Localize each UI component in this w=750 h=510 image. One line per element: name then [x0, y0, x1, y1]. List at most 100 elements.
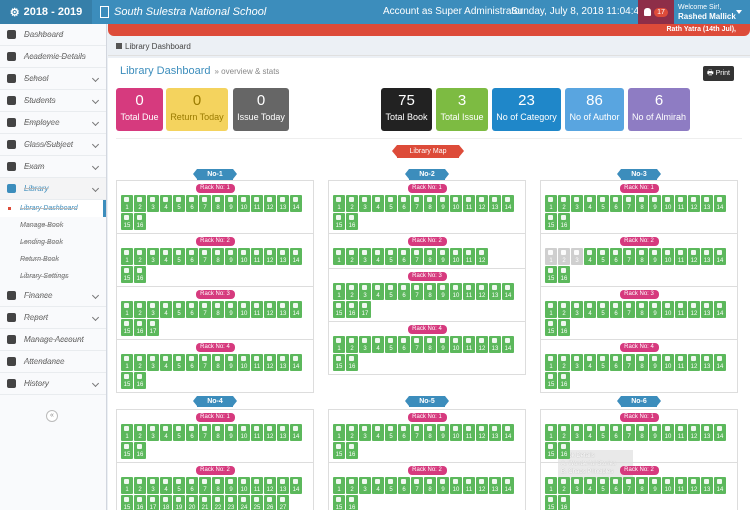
- book-slot[interactable]: 8: [636, 301, 648, 318]
- sidebar-item[interactable]: Dashboard: [0, 24, 106, 46]
- book-slot[interactable]: 2: [558, 195, 570, 212]
- book-slot[interactable]: 10: [450, 283, 462, 300]
- book-slot[interactable]: 16: [346, 354, 358, 371]
- book-slot[interactable]: 3: [359, 477, 371, 494]
- book-slot[interactable]: 23: [225, 495, 237, 510]
- book-slot[interactable]: 3: [147, 424, 159, 441]
- book-slot[interactable]: 14: [290, 424, 302, 441]
- book-slot[interactable]: 6: [610, 477, 622, 494]
- book-slot[interactable]: 1: [333, 424, 345, 441]
- book-slot[interactable]: 2: [134, 424, 146, 441]
- book-slot[interactable]: 1: [121, 195, 133, 212]
- book-slot[interactable]: 11: [675, 248, 687, 265]
- book-slot[interactable]: 3: [359, 283, 371, 300]
- book-slot[interactable]: 11: [251, 477, 263, 494]
- book-slot[interactable]: 1: [545, 354, 557, 371]
- book-slot[interactable]: 2: [134, 477, 146, 494]
- book-slot[interactable]: 1: [333, 248, 345, 265]
- book-slot[interactable]: 13: [277, 248, 289, 265]
- print-button[interactable]: 🖶 Print: [703, 66, 734, 81]
- book-slot[interactable]: 2: [346, 248, 358, 265]
- book-slot[interactable]: 20: [186, 495, 198, 510]
- book-slot[interactable]: 14: [290, 195, 302, 212]
- book-slot[interactable]: 15: [545, 495, 557, 510]
- book-slot[interactable]: 13: [489, 477, 501, 494]
- book-slot[interactable]: 6: [186, 248, 198, 265]
- book-slot[interactable]: 10: [450, 477, 462, 494]
- book-slot[interactable]: 10: [238, 195, 250, 212]
- book-slot[interactable]: 14: [290, 354, 302, 371]
- book-slot[interactable]: 16: [346, 495, 358, 510]
- book-slot[interactable]: 12: [688, 195, 700, 212]
- book-slot[interactable]: 12: [476, 424, 488, 441]
- book-slot[interactable]: 1: [545, 301, 557, 318]
- book-slot[interactable]: 16: [346, 301, 358, 318]
- book-slot[interactable]: 2: [558, 424, 570, 441]
- book-slot[interactable]: 8: [212, 301, 224, 318]
- book-slot[interactable]: 16: [346, 442, 358, 459]
- book-slot[interactable]: 8: [424, 424, 436, 441]
- book-slot[interactable]: 14: [714, 195, 726, 212]
- book-slot[interactable]: 10: [450, 195, 462, 212]
- book-slot[interactable]: 9: [649, 301, 661, 318]
- book-slot[interactable]: 2: [346, 424, 358, 441]
- book-slot[interactable]: 15: [121, 266, 133, 283]
- book-slot[interactable]: 15: [333, 495, 345, 510]
- book-slot[interactable]: 13: [277, 477, 289, 494]
- book-slot[interactable]: 11: [463, 336, 475, 353]
- sidebar-subitem[interactable]: Return Book: [0, 251, 106, 268]
- book-slot[interactable]: 7: [199, 195, 211, 212]
- book-slot[interactable]: 11: [675, 301, 687, 318]
- book-slot[interactable]: 1: [333, 283, 345, 300]
- book-slot[interactable]: 7: [411, 248, 423, 265]
- stat-card[interactable]: 86 No of Author: [565, 88, 624, 131]
- book-slot[interactable]: 10: [662, 301, 674, 318]
- book-slot[interactable]: 3: [571, 424, 583, 441]
- book-slot[interactable]: 3: [147, 195, 159, 212]
- book-slot[interactable]: 16: [134, 213, 146, 230]
- book-slot[interactable]: 10: [450, 424, 462, 441]
- book-slot[interactable]: 11: [675, 354, 687, 371]
- book-slot[interactable]: 10: [238, 424, 250, 441]
- book-slot[interactable]: 7: [199, 477, 211, 494]
- book-slot[interactable]: 10: [662, 354, 674, 371]
- book-slot[interactable]: 13: [277, 354, 289, 371]
- book-slot[interactable]: 15: [545, 266, 557, 283]
- book-slot[interactable]: 14: [502, 283, 514, 300]
- stat-card[interactable]: 0 Total Due: [116, 88, 163, 131]
- book-slot[interactable]: 22: [212, 495, 224, 510]
- book-slot[interactable]: 4: [584, 195, 596, 212]
- book-slot[interactable]: 16: [558, 266, 570, 283]
- book-slot[interactable]: 8: [424, 248, 436, 265]
- book-slot[interactable]: 13: [489, 336, 501, 353]
- book-slot[interactable]: 7: [199, 354, 211, 371]
- book-slot[interactable]: 16: [346, 213, 358, 230]
- book-slot[interactable]: 7: [623, 301, 635, 318]
- book-slot[interactable]: 5: [173, 301, 185, 318]
- book-slot[interactable]: 13: [701, 354, 713, 371]
- book-slot[interactable]: 5: [173, 477, 185, 494]
- book-slot[interactable]: 2: [346, 283, 358, 300]
- book-slot[interactable]: 9: [437, 424, 449, 441]
- book-slot[interactable]: 5: [385, 424, 397, 441]
- book-slot[interactable]: 6: [610, 301, 622, 318]
- book-slot[interactable]: 15: [121, 442, 133, 459]
- book-slot[interactable]: 9: [225, 477, 237, 494]
- book-slot[interactable]: 10: [662, 424, 674, 441]
- sidebar-subitem[interactable]: Manage Book: [0, 217, 106, 234]
- sidebar-item[interactable]: Academic Details: [0, 46, 106, 68]
- book-slot[interactable]: 13: [277, 301, 289, 318]
- book-slot[interactable]: 12: [264, 424, 276, 441]
- book-slot[interactable]: 4: [160, 354, 172, 371]
- book-slot[interactable]: 1: [545, 424, 557, 441]
- book-slot[interactable]: 7: [411, 283, 423, 300]
- book-slot[interactable]: 9: [649, 195, 661, 212]
- book-slot[interactable]: 3: [359, 248, 371, 265]
- book-slot[interactable]: 5: [385, 283, 397, 300]
- sidebar-item[interactable]: History: [0, 373, 106, 395]
- book-slot[interactable]: 6: [610, 195, 622, 212]
- book-slot[interactable]: 3: [571, 248, 583, 265]
- book-slot[interactable]: 2: [346, 195, 358, 212]
- book-slot[interactable]: 1: [333, 336, 345, 353]
- notifications-button[interactable]: 17: [638, 0, 674, 24]
